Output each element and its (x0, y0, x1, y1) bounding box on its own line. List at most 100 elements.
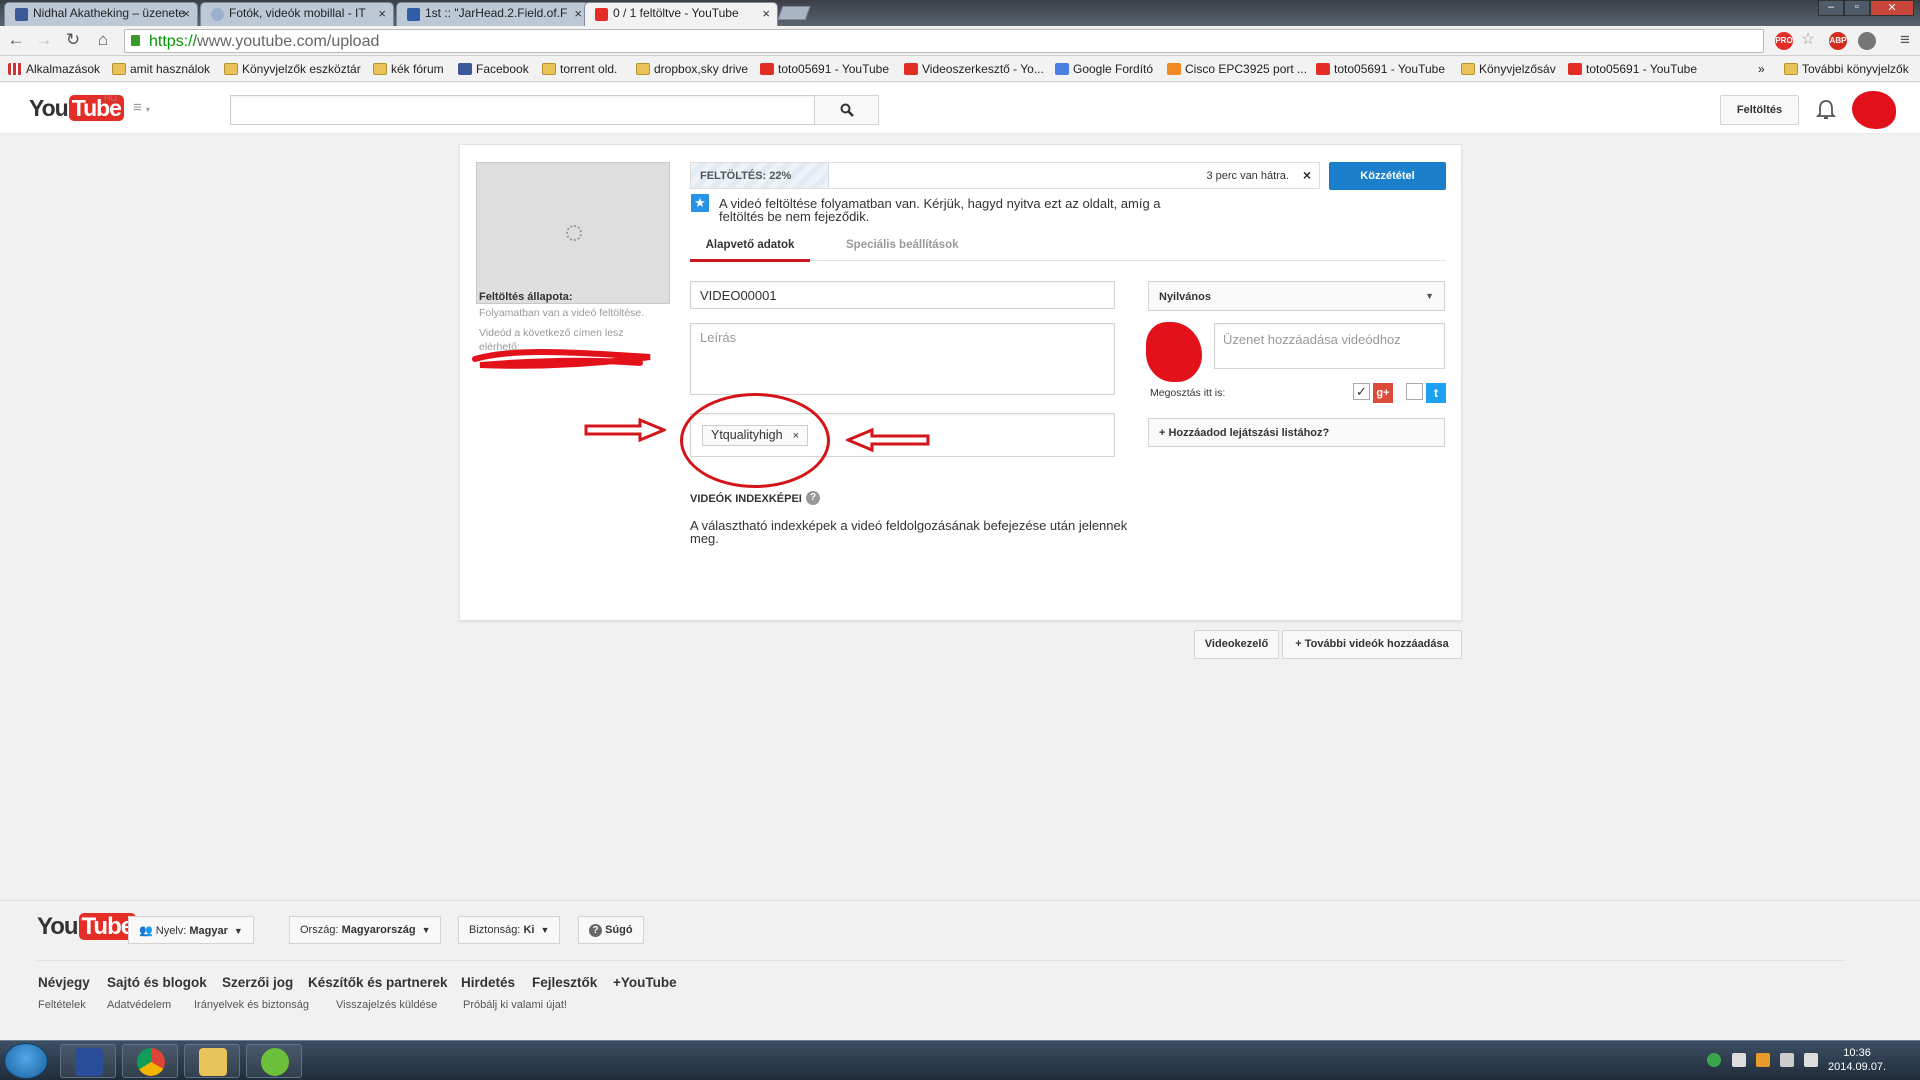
footer-link[interactable]: Névjegy (38, 975, 90, 990)
share-gplus-checkbox[interactable]: ✓ (1353, 383, 1370, 400)
footer-small-link[interactable]: Adatvédelem (107, 999, 171, 1011)
help-icon: ? (589, 924, 602, 937)
footer: You Tube 👥 Nyelv: Magyar ▼ Ország: Magyaro… (0, 900, 1920, 1040)
youtube-icon (760, 63, 774, 75)
windows-taskbar: 10:36 2014.09.07. (0, 1040, 1920, 1080)
footer-link[interactable]: Készítők és partnerek (308, 975, 448, 990)
start-button[interactable] (4, 1043, 48, 1079)
bookmark-item[interactable]: Cisco EPC3925 port ... (1167, 62, 1307, 76)
guide-menu-icon[interactable]: ≡ ▾ (133, 100, 155, 115)
bookmark-item[interactable]: Könyvjelzősáv (1461, 62, 1556, 76)
taskbar-app-button[interactable] (246, 1044, 302, 1078)
bookmark-item[interactable]: toto05691 - YouTube (1568, 62, 1697, 76)
bookmark-item[interactable]: Google Fordító (1055, 62, 1153, 76)
adblock-icon[interactable]: ABP (1829, 32, 1847, 50)
flag-icon[interactable] (1732, 1053, 1746, 1067)
avatar[interactable] (1852, 91, 1896, 129)
video-thumbnail-placeholder (476, 162, 670, 304)
back-arrow-icon[interactable]: ← (6, 30, 26, 50)
language-button[interactable]: 👥 Nyelv: Magyar ▼ (128, 916, 254, 944)
cancel-upload-icon[interactable]: × (1303, 167, 1311, 183)
footer-link[interactable]: +YouTube (613, 975, 677, 990)
footer-small-link[interactable]: Próbálj ki valami újat! (463, 999, 567, 1011)
minimize-button[interactable]: – (1818, 0, 1844, 16)
footer-link[interactable]: Szerzői jog (222, 975, 293, 990)
footer-small-link[interactable]: Visszajelzés küldése (336, 999, 437, 1011)
browser-tab-facebook[interactable]: Nidhal Akatheking – üzenete × (4, 2, 198, 26)
tab-basic-info[interactable]: Alapvető adatok (690, 239, 810, 262)
maximize-button[interactable]: ▫ (1844, 0, 1870, 16)
footer-link[interactable]: Fejlesztők (532, 975, 597, 990)
bookmark-apps[interactable]: Alkalmazások (8, 62, 100, 76)
tab-advanced-settings[interactable]: Speciális beállítások (846, 239, 959, 251)
star-icon[interactable]: ☆ (1798, 30, 1818, 50)
youtube-logo[interactable]: You Tube (37, 913, 137, 941)
bookmark-item[interactable]: Könyvjelzők eszköztár (224, 62, 361, 76)
home-icon[interactable]: ⌂ (93, 30, 113, 50)
close-icon[interactable]: × (574, 6, 582, 21)
explorer-folder-icon (199, 1048, 227, 1076)
reload-icon[interactable]: ↻ (63, 30, 83, 50)
close-icon[interactable]: × (182, 6, 190, 21)
bookmark-item[interactable]: torrent old. (542, 62, 617, 76)
notification-bell-icon[interactable] (1816, 99, 1836, 121)
publish-button[interactable]: Közzététel (1329, 162, 1446, 190)
system-clock[interactable]: 10:36 2014.09.07. (1828, 1046, 1886, 1074)
bookmark-item[interactable]: amit használok (112, 62, 210, 76)
search-input[interactable] (230, 95, 815, 125)
address-bar[interactable]: https://www.youtube.com/upload (124, 29, 1764, 53)
title-input[interactable]: VIDEO00001 (690, 281, 1115, 309)
pro-extension-icon[interactable]: PRO (1775, 32, 1793, 50)
tab-title: Fotók, videók mobillal - IT (229, 6, 366, 20)
star-notice-icon: ★ (691, 194, 709, 212)
footer-link[interactable]: Sajtó és blogok (107, 975, 207, 990)
menu-icon[interactable]: ≡ (1895, 30, 1915, 50)
volume-icon[interactable] (1804, 1053, 1818, 1067)
video-manager-button[interactable]: Videokezelő (1194, 630, 1279, 659)
bookmark-item[interactable]: dropbox,sky drive (636, 62, 748, 76)
bookmark-item[interactable]: toto05691 - YouTube (760, 62, 889, 76)
other-bookmarks[interactable]: További könyvjelzők (1784, 62, 1909, 76)
browser-tab-forum[interactable]: Fotók, videók mobillal - IT × (200, 2, 394, 26)
search-button[interactable] (814, 95, 879, 125)
close-window-button[interactable]: ✕ (1870, 0, 1914, 16)
browser-tab-youtube[interactable]: 0 / 1 feltöltve - YouTube × (584, 2, 778, 26)
country-button[interactable]: Ország: Magyarország ▼ (289, 916, 442, 944)
help-icon[interactable]: ? (806, 491, 820, 505)
bookmark-item[interactable]: Videoszerkesztő - Yo... (904, 62, 1044, 76)
bookmark-item[interactable]: Facebook (458, 62, 529, 76)
footer-small-link[interactable]: Irányelvek és biztonság (194, 999, 309, 1011)
tray-app-icon[interactable] (1756, 1053, 1770, 1067)
region-label: HU (104, 93, 117, 103)
description-input[interactable]: Leírás (690, 323, 1115, 395)
help-button[interactable]: ? Súgó (578, 916, 644, 944)
new-tab-button[interactable] (777, 6, 811, 20)
upload-button[interactable]: Feltöltés (1720, 95, 1799, 125)
bookmarks-overflow-icon[interactable]: » (1758, 62, 1765, 76)
folder-icon (1784, 63, 1798, 75)
clock-time: 10:36 (1843, 1047, 1871, 1059)
bookmark-item[interactable]: kék fórum (373, 62, 444, 76)
folder-icon (224, 63, 238, 75)
close-icon[interactable]: × (378, 6, 386, 21)
taskbar-app-button[interactable] (184, 1044, 240, 1078)
extension-icon[interactable] (1858, 32, 1876, 50)
bookmark-item[interactable]: toto05691 - YouTube (1316, 62, 1445, 76)
close-icon[interactable]: × (762, 6, 770, 21)
footer-link[interactable]: Hirdetés (461, 975, 515, 990)
browser-tab-torrent[interactable]: 1st :: "JarHead.2.Field.of.F × (396, 2, 590, 26)
utorrent-tray-icon[interactable] (1707, 1053, 1721, 1067)
privacy-select[interactable]: Nyilvános ▼ (1148, 281, 1445, 311)
footer-small-link[interactable]: Feltételek (38, 999, 86, 1011)
cisco-icon (1167, 63, 1181, 75)
share-twitter-checkbox[interactable] (1406, 383, 1423, 400)
add-more-videos-button[interactable]: + További videók hozzáadása (1282, 630, 1462, 659)
taskbar-app-button[interactable] (122, 1044, 178, 1078)
taskbar-app-button[interactable] (60, 1044, 116, 1078)
share-message-input[interactable]: Üzenet hozzáadása videódhoz (1214, 323, 1445, 369)
tab-title: Nidhal Akatheking – üzenete (33, 6, 186, 20)
add-to-playlist-button[interactable]: + Hozzáadod lejátszási listához? (1148, 418, 1445, 447)
forward-arrow-icon[interactable]: → (34, 30, 54, 50)
network-icon[interactable] (1780, 1053, 1794, 1067)
safety-button[interactable]: Biztonság: Ki ▼ (458, 916, 561, 944)
